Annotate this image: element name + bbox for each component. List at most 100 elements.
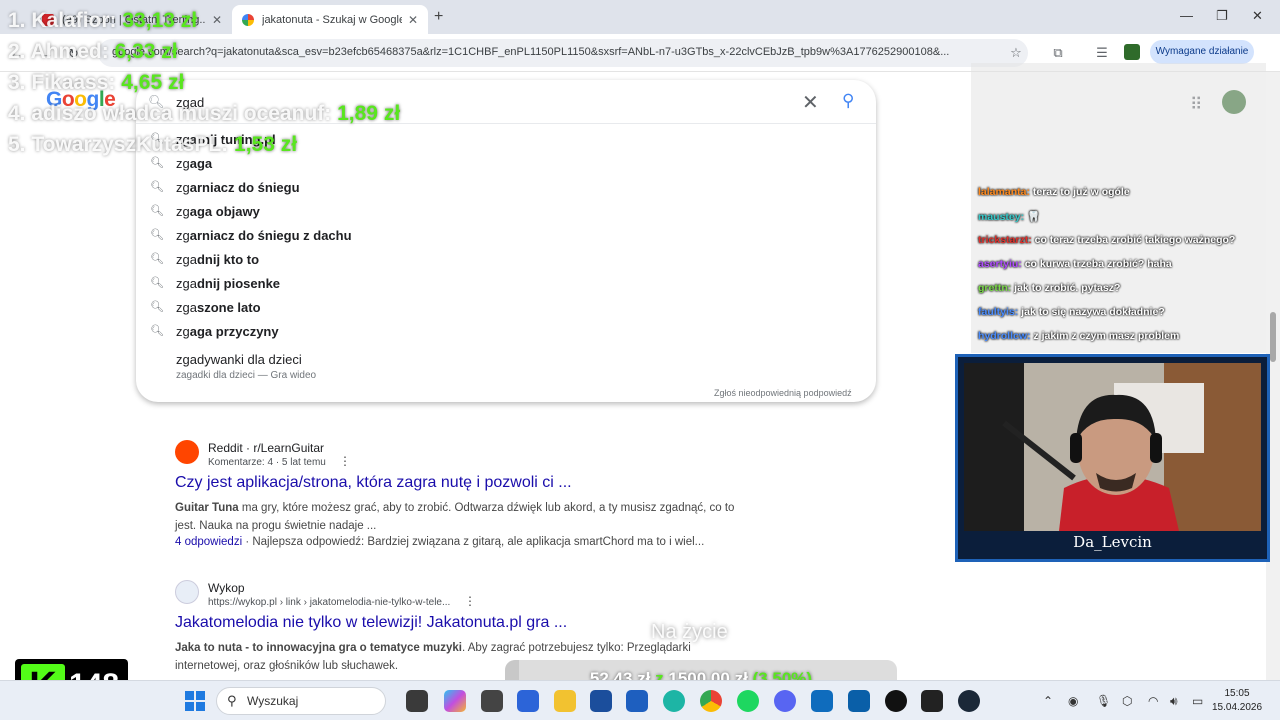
microphone-icon[interactable]: 🎙︎ [1096,694,1111,708]
wifi-icon[interactable]: ◠ [1148,694,1158,708]
suggestion-completion: aga [189,156,213,171]
app-icon[interactable] [517,690,539,712]
leaderboard-entry: 1. Kalafior: 33,13 zł [8,9,197,33]
suggestion-label: zgadnij piosenke [176,276,280,291]
report-suggestion-link[interactable]: Zgłoś nieodpowiednią podpowiedź [714,388,852,398]
battery-icon[interactable]: ▭ [1192,694,1203,708]
chrome-icon[interactable] [700,690,722,712]
app-icon[interactable] [626,690,648,712]
chat-message: trickstarzt: co teraz trzeba zrobić taki… [978,234,1235,246]
app-icon[interactable] [811,690,833,712]
result-source[interactable]: Wykop [208,581,245,595]
search-icon: 🔍︎ [150,301,164,313]
new-tab-icon[interactable]: + [434,8,443,26]
search-icon: 🔍︎ [150,253,164,265]
edge-icon[interactable] [663,690,685,712]
more-options-icon[interactable]: ⋮ [464,594,476,608]
donor-name: 3. Fikaass: [8,71,116,94]
result-title-link[interactable]: Czy jest aplikacja/strona, która zagra n… [175,474,572,492]
suggestion-prefix: zg [176,204,190,219]
taskbar-search[interactable]: ⚲ Wyszukaj [216,687,386,715]
app-icon[interactable] [848,690,870,712]
required-action-button[interactable]: Wymagane działanie [1150,40,1254,64]
more-options-icon[interactable]: ⋮ [339,454,351,468]
bookmark-star-icon[interactable]: ☆ [1008,45,1024,61]
close-tab-icon[interactable]: ✕ [212,13,222,27]
close-tab-icon[interactable]: ✕ [408,13,418,27]
reddit-icon [175,440,199,464]
system-clock[interactable]: 15:05 15.04.2026 [1212,687,1262,715]
tray-app-icon[interactable]: ◉ [1068,694,1078,708]
search-result: Reddit · r/LearnGuitar Komentarze: 4 · 5… [175,440,735,560]
scrollbar-thumb[interactable] [1270,312,1276,362]
chat-message: grettn: jak to zrobić. pytasz? [978,282,1120,294]
search-icon: 🔍︎ [150,157,164,169]
chat-text: jak to zrobić. pytasz? [1011,282,1121,294]
suggestion-prefix: zg [176,156,190,171]
spotify-icon[interactable] [737,690,759,712]
clear-search-icon[interactable]: ✕ [802,90,819,115]
reading-list-icon[interactable]: ☰ [1094,45,1110,61]
leaderboard-entry: 2. Ahmed: 6,33 zł [8,40,178,64]
chat-text: co kurwa trzeba zrobić? haha [1021,258,1172,270]
suggestion-prefix: zg [176,324,190,339]
suggestion-item[interactable]: 🔍︎ zgadnij kto to [136,248,876,272]
chat-text: 🦷 [1024,211,1041,223]
suggestion-completion: aga objawy [189,204,260,219]
app-icon[interactable] [590,690,612,712]
tray-app-icon[interactable]: ⬡ [1122,694,1132,708]
suggestion-label: zgaga [176,156,212,171]
chat-username: hydrollcw: [978,330,1031,342]
result-source[interactable]: Reddit · r/LearnGuitar [208,441,324,455]
maximize-icon[interactable]: ❐ [1216,8,1228,24]
suggestion-label: zgadnij kto to [176,252,259,267]
suggestion-subtitle: zagadki dla dzieci — Gra wideo [176,370,317,381]
extensions-icon[interactable]: ⧉ [1050,45,1066,61]
suggestion-completion: dnij kto to [196,252,260,267]
file-explorer-icon[interactable] [554,690,576,712]
chat-message: faultyis: jak to się nazywa dokładnie? [978,306,1165,318]
suggestion-item[interactable]: 🔍︎ zgaga objawy [136,200,876,224]
suggestion-item[interactable]: 🔍︎ zgaga przyczyny [136,320,876,344]
tab-google[interactable]: jakatonuta - Szukaj w Google ✕ [232,5,428,34]
donor-name: 1. Kalafior: [8,9,117,32]
suggestion-item[interactable]: 🔍︎ zgaszone lato [136,296,876,320]
chat-text: teraz to już w ogóle [1029,186,1130,198]
suggestion-completion: aga przyczyny [189,324,279,339]
search-icon: 🔍︎ [150,325,164,337]
profile-avatar[interactable] [1124,44,1140,60]
search-icon: 🔍︎ [150,181,164,193]
answers-link[interactable]: 4 odpowiedzi [175,536,242,548]
tray-chevron-icon[interactable]: ⌃ [1043,694,1053,708]
result-title-link[interactable]: Jakatomelodia nie tylko w telewizji! Jak… [175,614,567,632]
suggestion-item[interactable]: 🔍︎ zgarniacz do śniegu z dachu [136,224,876,248]
terminal-icon[interactable] [921,690,943,712]
result-snippet: Guitar Tuna ma gry, które możesz grać, a… [175,499,735,535]
address-bar[interactable]: google.com/search?q=jakatonuta&sca_esv=b… [98,39,1028,67]
leaderboard-entry: 3. Fikaass: 4,65 zł [8,71,184,95]
windows-start-icon[interactable] [185,691,205,711]
chat-message: hydrollcw: z jakim z czym masz problem [978,330,1179,342]
copilot-icon[interactable] [444,690,466,712]
app-icon[interactable] [481,690,503,712]
suggestion-rich[interactable]: zgadywanki dla dzieci zagadki dla dzieci… [136,348,876,382]
suggestion-label: zgaga przyczyny [176,324,279,339]
chat-message: asertyiu: co kurwa trzeba zrobić? haha [978,258,1172,270]
suggestion-label: zgaszone lato [176,300,261,315]
chat-text: jak to się nazywa dokładnie? [1018,306,1165,318]
obs-icon[interactable] [885,690,907,712]
suggestion-item[interactable]: 🔍︎ zgadnij piosenke [136,272,876,296]
search-submit-icon[interactable]: ⚲ [842,91,854,111]
chat-username: trickstarzt: [978,234,1032,246]
donor-amount: 1,89 zł [337,102,401,125]
volume-icon[interactable]: 🔊︎ [1170,694,1178,709]
suggestion-item[interactable]: 🔍︎ zgarniacz do śniegu [136,176,876,200]
discord-icon[interactable] [774,690,796,712]
minimize-icon[interactable]: — [1180,8,1193,23]
suggestion-completion: szone lato [196,300,261,315]
task-view-icon[interactable] [406,690,428,712]
steam-icon[interactable] [958,690,980,712]
close-window-icon[interactable]: ✕ [1252,8,1263,24]
chat-username: lalamanta: [978,186,1030,198]
result-meta: Komentarze: 4 · 5 lat temu [208,457,326,468]
